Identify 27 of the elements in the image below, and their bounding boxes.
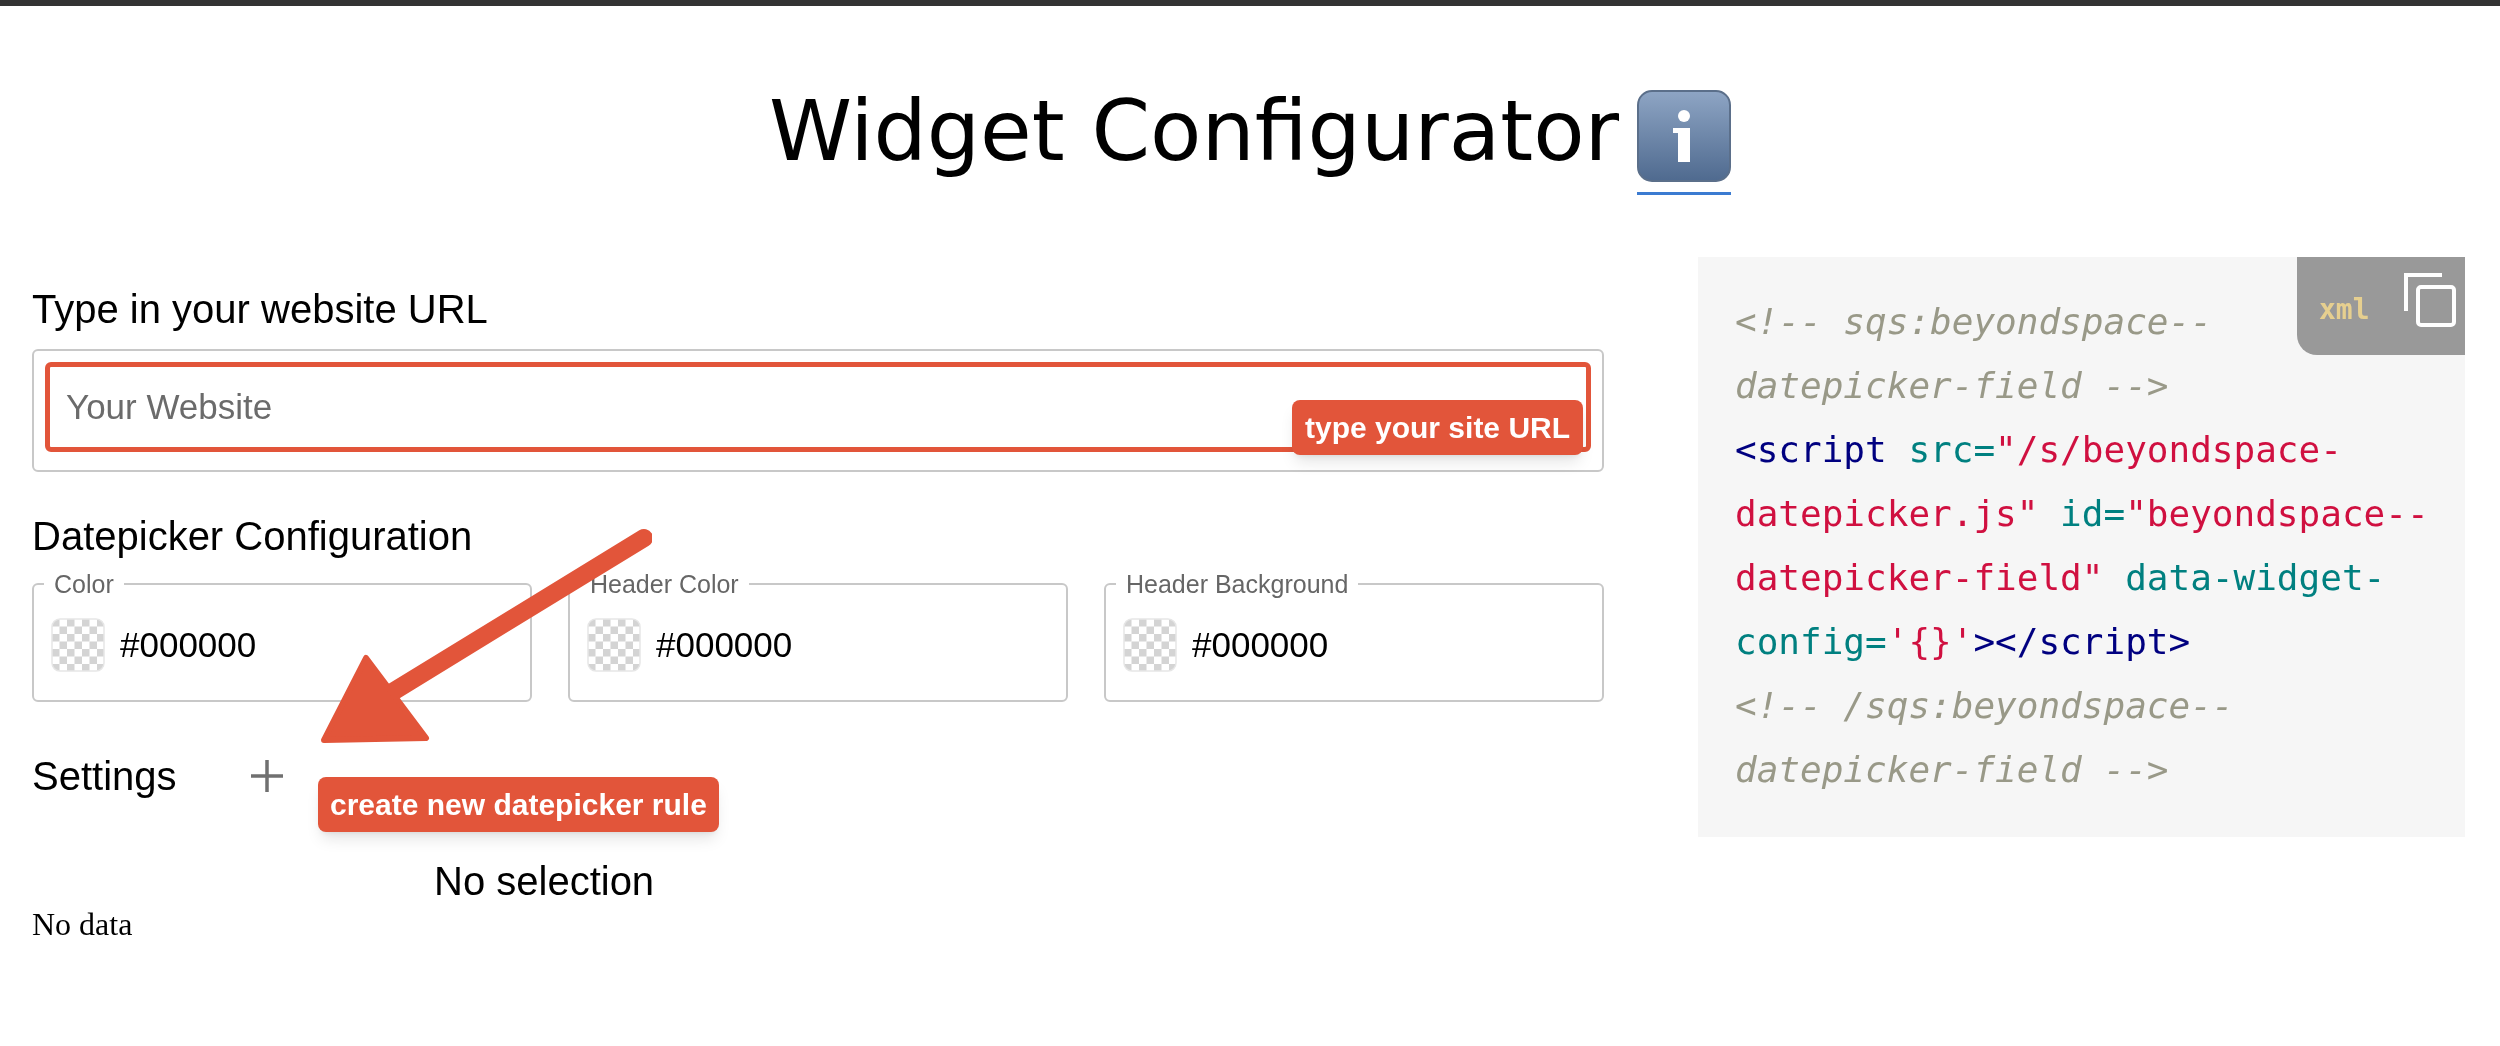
empty-selection-text: No selection: [434, 859, 655, 903]
info-icon[interactable]: [1637, 90, 1732, 195]
section-heading: Settings: [32, 753, 177, 800]
language-label: xml: [2319, 292, 2370, 328]
code-line: <!-- /sqs:beyondspace--: [1735, 684, 2234, 728]
transparent-swatch-icon[interactable]: [50, 617, 106, 673]
code-line: datepicker-field -->: [1735, 364, 2169, 408]
code-line: datepicker-field" data-widget-: [1735, 556, 2386, 600]
section-heading: Type in your website URL: [32, 286, 489, 333]
color-value: #000000: [120, 623, 257, 666]
code-line: <!-- sqs:beyondspace--: [1735, 300, 2212, 344]
color-value: #000000: [656, 623, 793, 666]
copy-button[interactable]: [2403, 273, 2456, 327]
code-line: config='{}'></script>: [1735, 620, 2191, 664]
empty-data-text: No data: [32, 905, 134, 943]
transparent-swatch-icon[interactable]: [586, 617, 642, 673]
color-value: #000000: [1192, 623, 1329, 666]
section-heading: Datepicker Configuration: [32, 513, 474, 560]
code-line: datepicker.js" id="beyondspace--: [1735, 492, 2429, 536]
plus-icon: [249, 759, 284, 793]
code-line: datepicker-field -->: [1735, 748, 2169, 792]
page-title: Widget Configurator: [768, 80, 1620, 182]
copy-icon: [2403, 273, 2456, 327]
transparent-swatch-icon[interactable]: [1122, 617, 1178, 673]
annotation-callout: type your site URL: [1292, 400, 1584, 455]
annotation-callout: create new datepicker rule: [318, 777, 719, 832]
code-line: <script src="/s/beyondspace-: [1735, 428, 2342, 472]
